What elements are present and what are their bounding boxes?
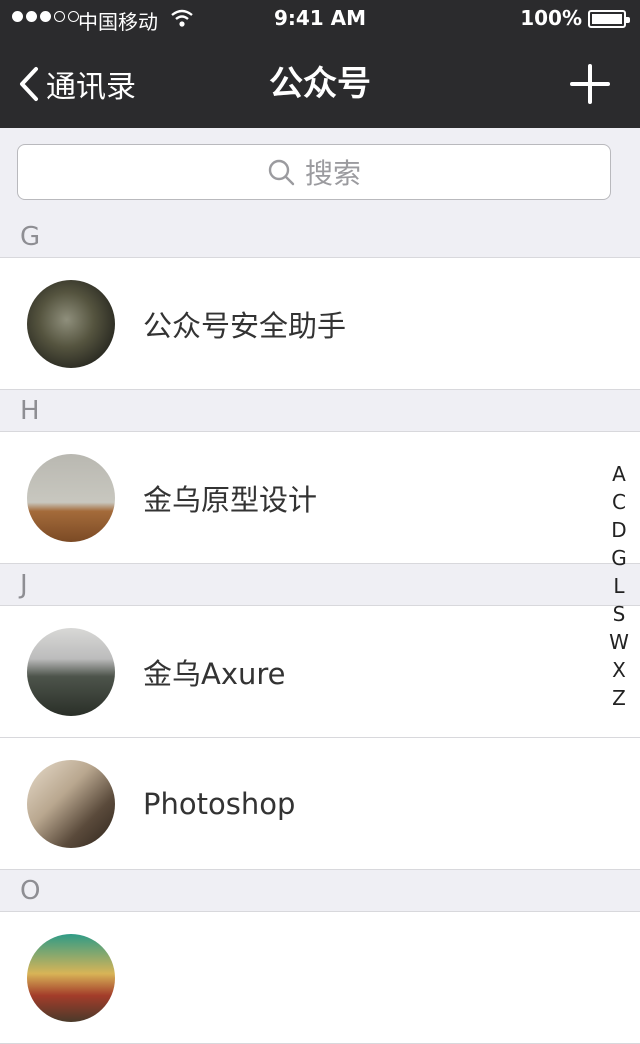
- index-letter[interactable]: X: [612, 656, 626, 684]
- index-letter[interactable]: A: [612, 460, 626, 488]
- section-header-o: O: [0, 870, 640, 912]
- avatar: [27, 759, 115, 848]
- search-input[interactable]: 搜索: [17, 144, 611, 200]
- search-icon: [268, 159, 295, 186]
- top-bar: 中国移动 9:41 AM 100% 通讯录 公众号: [0, 0, 640, 128]
- index-letter[interactable]: D: [611, 516, 626, 544]
- alphabet-index[interactable]: A C D G L S W X Z: [606, 460, 632, 712]
- list-item[interactable]: [0, 912, 640, 1044]
- navigation-bar: 通讯录 公众号: [0, 40, 640, 128]
- index-letter[interactable]: S: [613, 600, 626, 628]
- index-letter[interactable]: C: [612, 488, 626, 516]
- avatar: [27, 279, 115, 368]
- search-placeholder: 搜索: [304, 157, 361, 190]
- section-header-h: H: [0, 390, 640, 432]
- list-item-label: 金乌Axure: [143, 656, 286, 691]
- list-item[interactable]: 金乌Axure: [0, 606, 640, 738]
- list-item[interactable]: Photoshop: [0, 738, 640, 870]
- battery-icon: [588, 10, 630, 28]
- index-letter[interactable]: G: [611, 544, 627, 572]
- status-bar: 中国移动 9:41 AM 100%: [0, 0, 640, 40]
- list-item[interactable]: 金乌原型设计: [0, 432, 640, 564]
- avatar: [27, 933, 115, 1022]
- section-header-g: G: [0, 216, 640, 258]
- list-item-label: 公众号安全助手: [143, 308, 347, 343]
- battery-percent: 100%: [520, 6, 582, 30]
- index-letter[interactable]: Z: [612, 684, 626, 712]
- list-item-label: 金乌原型设计: [143, 482, 318, 517]
- plus-icon[interactable]: [570, 64, 610, 104]
- section-header-j: J: [0, 564, 640, 606]
- avatar: [27, 627, 115, 716]
- page-title: 公众号: [269, 64, 371, 104]
- index-letter[interactable]: W: [609, 628, 629, 656]
- index-letter[interactable]: L: [613, 572, 624, 600]
- contact-list: G 公众号安全助手 H 金乌原型设计 J 金乌Axure Photoshop O: [0, 216, 640, 1044]
- list-item[interactable]: 公众号安全助手: [0, 258, 640, 390]
- avatar: [27, 453, 115, 542]
- search-area: 搜索: [0, 128, 640, 216]
- list-item-label: Photoshop: [143, 786, 296, 821]
